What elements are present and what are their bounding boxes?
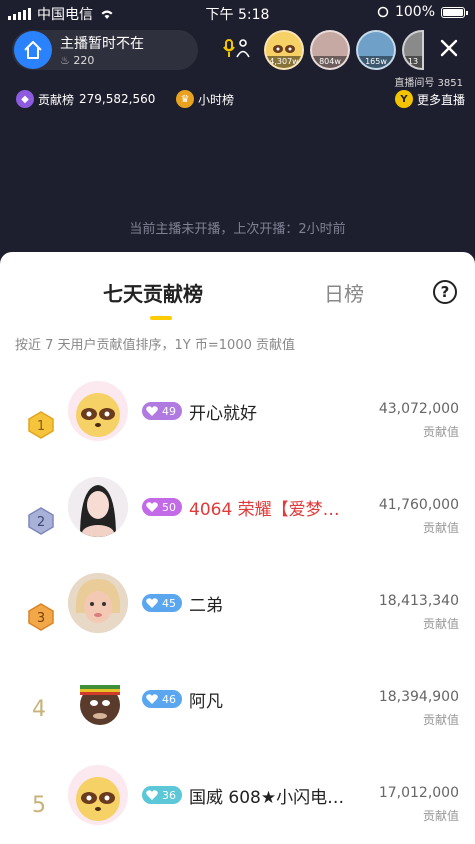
offline-notice: 当前主播未开播，上次开播：2小时前 xyxy=(129,222,346,237)
contribution-score: 43,072,000 xyxy=(378,401,459,417)
user-name[interactable]: 国威 608★小闪电… xyxy=(189,783,344,808)
score-label: 贡献值 xyxy=(422,425,459,439)
viewer-avatar-4[interactable]: 13 xyxy=(402,30,424,70)
tab-daily[interactable]: 日榜 xyxy=(324,278,364,307)
heart-level-icon xyxy=(146,598,158,608)
battery-percent: 100% xyxy=(394,4,435,20)
help-icon[interactable]: ? xyxy=(433,280,457,304)
level-badge: 36 xyxy=(142,786,182,804)
more-live-link[interactable]: Y 更多直播 xyxy=(394,88,465,110)
avatar[interactable] xyxy=(68,573,128,633)
rank-row[interactable]: 2 50 4064 荣耀【爱梦… 41,760,000 贡献值 xyxy=(0,477,475,589)
rank-row[interactable]: 4 46 阿凡 18,394,900 贡献值 xyxy=(0,669,475,781)
room-number: 直播间号 3851 xyxy=(394,78,463,89)
bronze-medal-icon: 3 xyxy=(28,603,54,631)
host-home-icon xyxy=(14,31,52,69)
viewer-count-1: 4,307w xyxy=(266,56,302,68)
status-bar: 中国电信 下午 5:18 100% xyxy=(0,0,475,26)
heart-level-icon xyxy=(146,406,158,416)
rank-number: 1 xyxy=(37,419,45,434)
crown-icon: ♛ xyxy=(176,90,194,108)
contribution-score: 18,394,900 xyxy=(378,689,459,705)
contribution-score: 18,413,340 xyxy=(378,593,459,609)
viewer-count-2: 804w xyxy=(312,56,348,68)
user-name[interactable]: 4064 荣耀【爱梦… xyxy=(189,495,340,520)
close-icon[interactable] xyxy=(437,36,461,60)
viewer-count-3: 165w xyxy=(358,56,394,68)
ranking-description: 按近 7 天用户贡献值排序，1Y 币=1000 贡献值 xyxy=(15,338,295,353)
contribution-score: 41,760,000 xyxy=(378,497,459,513)
user-name[interactable]: 阿凡 xyxy=(189,687,223,712)
level-number: 50 xyxy=(162,500,176,514)
level-number: 46 xyxy=(162,692,176,706)
contribution-label: 贡献榜 xyxy=(38,92,75,107)
mic-link-icon[interactable] xyxy=(222,38,252,60)
contribution-link[interactable]: ◆ 贡献榜 279,582,560 xyxy=(16,88,155,110)
hourly-rank-label: 小时榜 xyxy=(198,92,235,107)
rotation-lock-icon xyxy=(377,6,389,18)
level-number: 36 xyxy=(162,788,176,802)
flame-icon: ♨ xyxy=(60,54,70,67)
hourly-rank-link[interactable]: ♛ 小时榜 xyxy=(176,88,234,110)
heart-level-icon xyxy=(146,502,158,512)
level-number: 45 xyxy=(162,596,176,610)
score-label: 贡献值 xyxy=(422,521,459,535)
host-info-pill[interactable]: 主播暂时不在 ♨ 220 xyxy=(12,30,198,70)
heart-level-icon xyxy=(146,694,158,704)
battery-icon xyxy=(441,6,468,18)
level-badge: 50 xyxy=(142,498,182,516)
rank-number: 2 xyxy=(37,515,45,530)
level-badge: 49 xyxy=(142,402,182,420)
viewer-avatar-1[interactable]: 4,307w xyxy=(264,30,304,70)
rank-row[interactable]: 5 36 国威 608★小闪电… 17,012,000 贡献值 xyxy=(0,765,475,844)
host-heat-value: 220 xyxy=(73,54,95,67)
avatar[interactable] xyxy=(68,765,128,825)
contribution-sheet: 七天贡献榜 日榜 ? 按近 7 天用户贡献值排序，1Y 币=1000 贡献值 1… xyxy=(0,252,475,844)
level-badge: 46 xyxy=(142,690,182,708)
host-name: 主播暂时不在 xyxy=(60,36,144,52)
user-name[interactable]: 二弟 xyxy=(189,591,223,616)
rank-row[interactable]: 1 49 开心就好 43,072,000 贡献值 xyxy=(0,381,475,493)
rank-number: 5 xyxy=(32,793,46,818)
diamond-icon: ◆ xyxy=(16,90,34,108)
silver-medal-icon: 2 xyxy=(28,507,54,535)
user-name[interactable]: 开心就好 xyxy=(189,399,257,424)
rank-number: 4 xyxy=(32,697,46,722)
viewer-avatar-3[interactable]: 165w xyxy=(356,30,396,70)
score-label: 贡献值 xyxy=(422,617,459,631)
tab-seven-day[interactable]: 七天贡献榜 xyxy=(103,278,203,307)
level-number: 49 xyxy=(162,404,176,418)
score-label: 贡献值 xyxy=(422,713,459,727)
heart-level-icon xyxy=(146,790,158,800)
avatar[interactable] xyxy=(68,381,128,441)
more-live-label: 更多直播 xyxy=(416,92,465,107)
yy-logo-icon: Y xyxy=(394,90,413,108)
gold-medal-icon: 1 xyxy=(28,411,54,439)
viewer-count-4: 13 xyxy=(404,56,422,68)
rank-number: 3 xyxy=(37,611,45,626)
score-label: 贡献值 xyxy=(422,809,459,823)
viewer-avatar-2[interactable]: 804w xyxy=(310,30,350,70)
tab-indicator xyxy=(150,316,172,320)
level-badge: 45 xyxy=(142,594,182,612)
contribution-value: 279,582,560 xyxy=(79,92,156,106)
contribution-score: 17,012,000 xyxy=(378,785,459,801)
avatar[interactable] xyxy=(68,477,128,537)
rank-row[interactable]: 3 45 二弟 18,413,340 贡献值 xyxy=(0,573,475,685)
avatar[interactable] xyxy=(68,669,128,729)
